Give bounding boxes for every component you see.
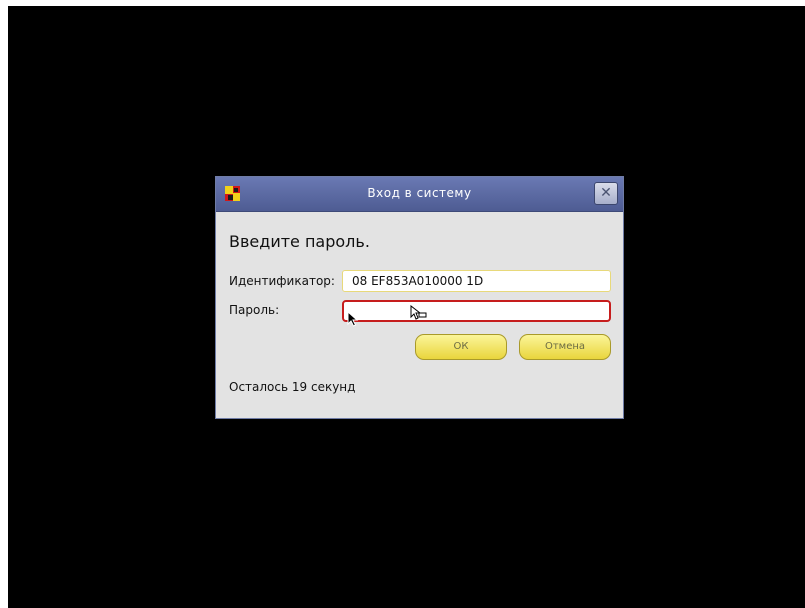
password-field[interactable]	[342, 300, 611, 322]
id-label: Идентификатор:	[229, 274, 335, 288]
id-field[interactable]: 08 EF853A010000 1D	[342, 270, 611, 292]
dialog-title: Вход в систему	[367, 186, 472, 200]
prompt-heading: Введите пароль.	[229, 232, 370, 251]
login-dialog: Вход в систему ✕ Введите пароль. Идентиф…	[215, 176, 624, 419]
close-icon: ✕	[600, 185, 612, 201]
pointer-cursor-icon	[410, 305, 427, 320]
close-button[interactable]: ✕	[594, 182, 618, 205]
dialog-titlebar[interactable]: Вход в систему ✕	[216, 177, 623, 212]
password-label: Пароль:	[229, 303, 280, 317]
cancel-button[interactable]: Отмена	[519, 334, 611, 360]
arrow-cursor-icon	[347, 311, 359, 327]
countdown-status: Осталось 19 секунд	[229, 380, 356, 394]
ok-button[interactable]: ОК	[415, 334, 507, 360]
desktop-screen: Вход в систему ✕ Введите пароль. Идентиф…	[8, 6, 805, 608]
